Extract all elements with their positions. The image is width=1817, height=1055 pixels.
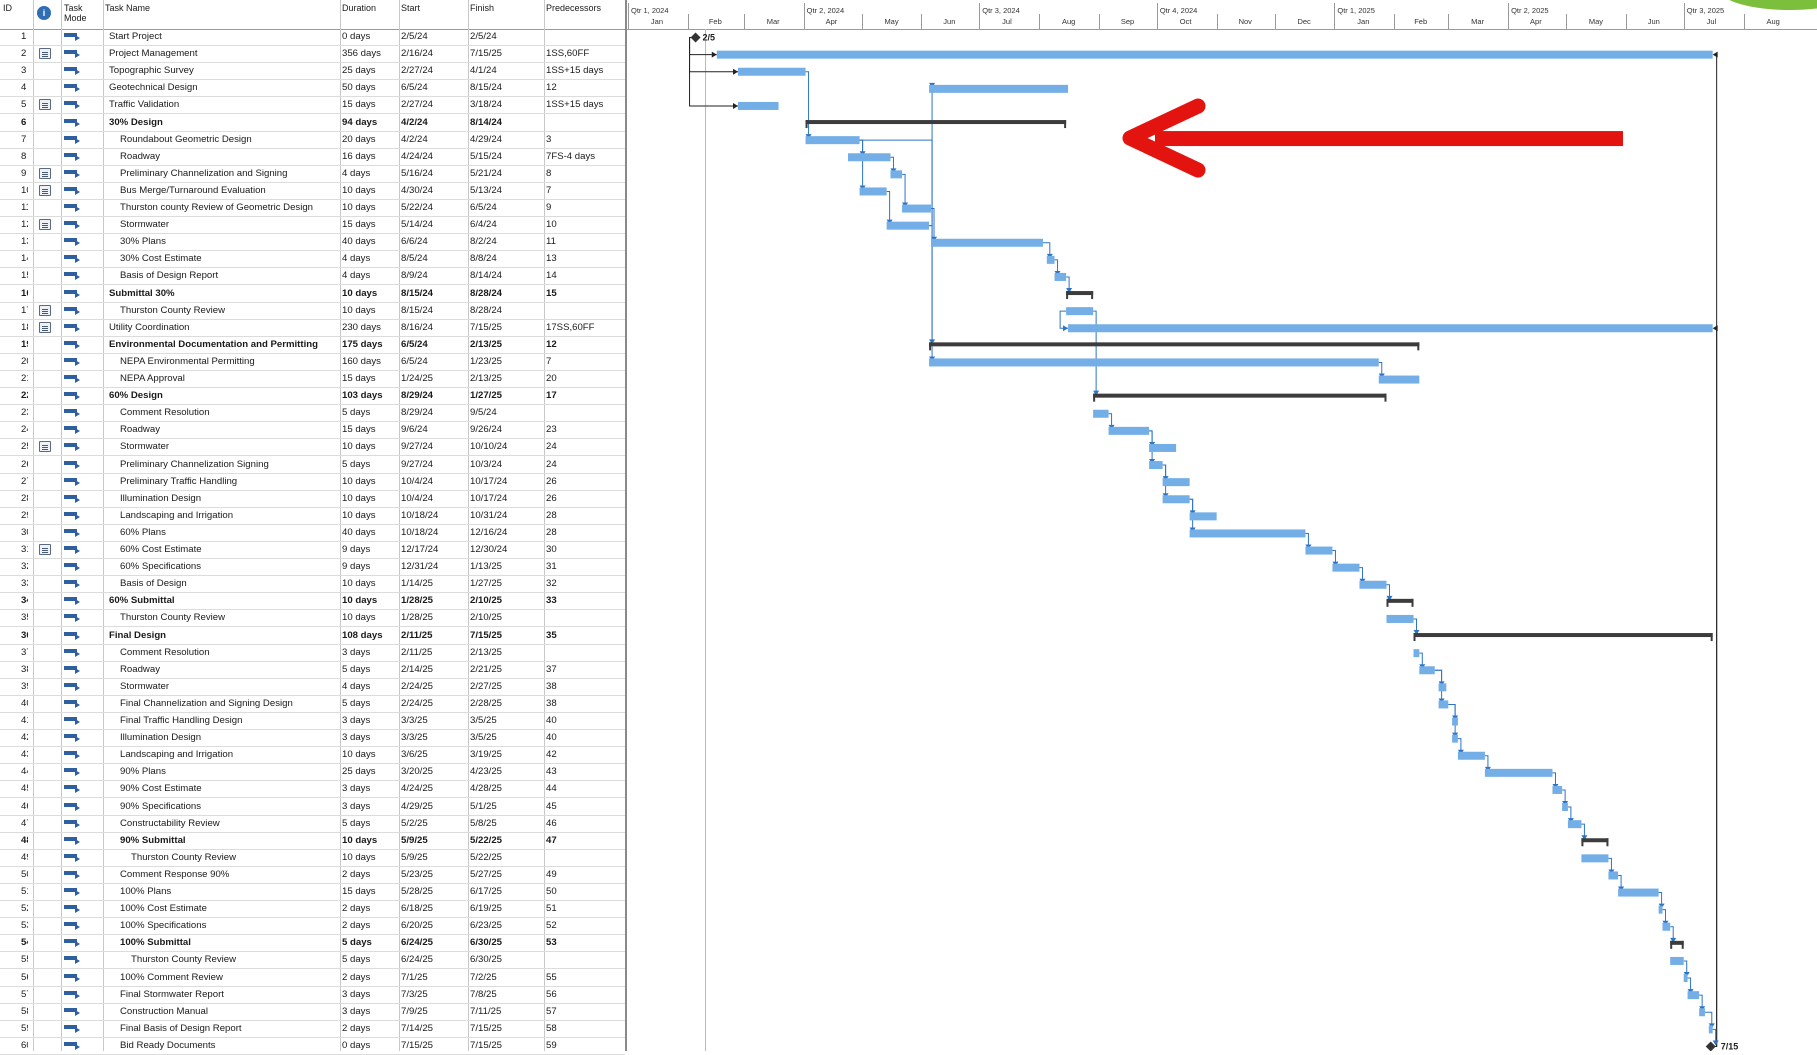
task-bar	[1658, 905, 1663, 914]
link-arrowhead	[1063, 325, 1069, 332]
link-arrowhead	[733, 68, 739, 75]
summary-bar-start-cap	[1066, 291, 1069, 300]
task-bar	[1552, 785, 1563, 794]
task-bar	[1108, 426, 1150, 435]
milestone-date-label: 7/15	[1721, 1041, 1739, 1051]
task-bar	[1332, 563, 1360, 572]
task-bar	[1189, 529, 1306, 538]
task-bar	[1305, 546, 1333, 555]
dependency-link	[859, 139, 864, 188]
summary-bar-start-cap	[929, 342, 932, 351]
link-arrowhead	[733, 102, 739, 109]
task-bar	[890, 170, 903, 179]
task-bar	[859, 187, 887, 196]
task-bar	[1608, 871, 1619, 880]
task-bar	[1162, 495, 1190, 504]
task-bar	[1149, 461, 1163, 470]
summary-bar	[1386, 598, 1414, 603]
link-arrowhead	[1712, 325, 1718, 332]
task-bar	[1618, 888, 1659, 897]
task-bar	[1068, 324, 1713, 333]
task-bars	[690, 32, 1716, 1051]
gantt-chart: 2/5 7/15	[689, 29, 1739, 1051]
dependency-link	[1093, 310, 1097, 393]
milestone-date-label: 2/5	[703, 33, 716, 43]
task-bar	[929, 84, 1069, 93]
link-arrowhead	[1712, 51, 1718, 58]
task-bar	[1562, 803, 1568, 812]
task-bar	[848, 153, 891, 162]
task-bar	[716, 50, 1713, 59]
task-bar	[886, 221, 930, 230]
summary-bar	[929, 342, 1420, 347]
task-bar	[1093, 409, 1109, 418]
task-bar	[1413, 649, 1420, 658]
dependency-link	[1712, 54, 1718, 1047]
task-bar	[902, 204, 932, 213]
summary-bar-end-cap	[1710, 633, 1713, 642]
task-bar	[1162, 478, 1190, 487]
task-bar	[1567, 820, 1582, 829]
summary-bar-end-cap	[1091, 291, 1094, 300]
task-bar	[738, 101, 779, 110]
summary-bar	[1093, 393, 1387, 398]
dependency-links	[689, 29, 1719, 1051]
dependency-link	[902, 173, 906, 205]
summary-bar	[1670, 940, 1684, 945]
summary-bar-end-cap	[1417, 342, 1420, 351]
summary-bar-end-cap	[1411, 598, 1414, 607]
summary-bar-start-cap	[1413, 633, 1416, 642]
task-bar	[1386, 614, 1414, 623]
task-bar	[1581, 854, 1609, 863]
summary-bar-end-cap	[1384, 393, 1387, 402]
task-bar	[1438, 683, 1447, 692]
dependency-link	[886, 190, 891, 222]
milestone-diamond	[690, 32, 701, 43]
task-bar	[1457, 751, 1485, 760]
task-bar	[1054, 272, 1067, 281]
task-bar	[1066, 307, 1094, 316]
task-bar	[1149, 443, 1177, 452]
task-bar	[1452, 717, 1458, 726]
link-arrowhead	[711, 51, 717, 58]
summary-bar	[1066, 291, 1094, 296]
summary-bar-end-cap	[1681, 940, 1684, 949]
task-bar	[1670, 956, 1684, 965]
task-bar	[738, 67, 806, 76]
summary-bar	[1413, 633, 1713, 638]
task-bar	[1708, 1025, 1713, 1034]
task-bar	[805, 136, 860, 145]
summary-bar-start-cap	[1093, 393, 1096, 402]
summary-bar-start-cap	[1386, 598, 1389, 607]
summary-bar-start-cap	[1670, 940, 1673, 949]
gantt-app: ID i Task Mode Task Name Duration Start …	[0, 0, 1817, 1055]
summary-bar-end-cap	[1606, 838, 1609, 847]
task-bar	[1662, 922, 1671, 931]
task-bar	[1189, 512, 1217, 521]
summary-bar-start-cap	[1581, 838, 1584, 847]
summary-bar	[1581, 838, 1609, 843]
task-bar	[1378, 375, 1420, 384]
task-bar	[1046, 255, 1055, 264]
task-bar	[1699, 1008, 1705, 1017]
task-bar	[1683, 974, 1688, 983]
task-bar	[1438, 700, 1449, 709]
task-bar	[929, 358, 1379, 367]
summary-bar	[805, 120, 1067, 125]
summary-bar-start-cap	[805, 120, 808, 129]
task-bar	[931, 238, 1043, 247]
task-bar	[1687, 991, 1700, 1000]
task-bar	[1419, 666, 1435, 675]
annotation-arrow-shaft	[1155, 131, 1623, 147]
overlay-layer: 2/5 7/15	[703, 33, 1739, 1051]
task-bar	[1452, 734, 1458, 743]
task-bar	[1484, 768, 1553, 777]
dependency-link	[1712, 328, 1718, 1047]
summary-bar-end-cap	[1064, 120, 1067, 129]
task-bar	[1359, 580, 1387, 589]
